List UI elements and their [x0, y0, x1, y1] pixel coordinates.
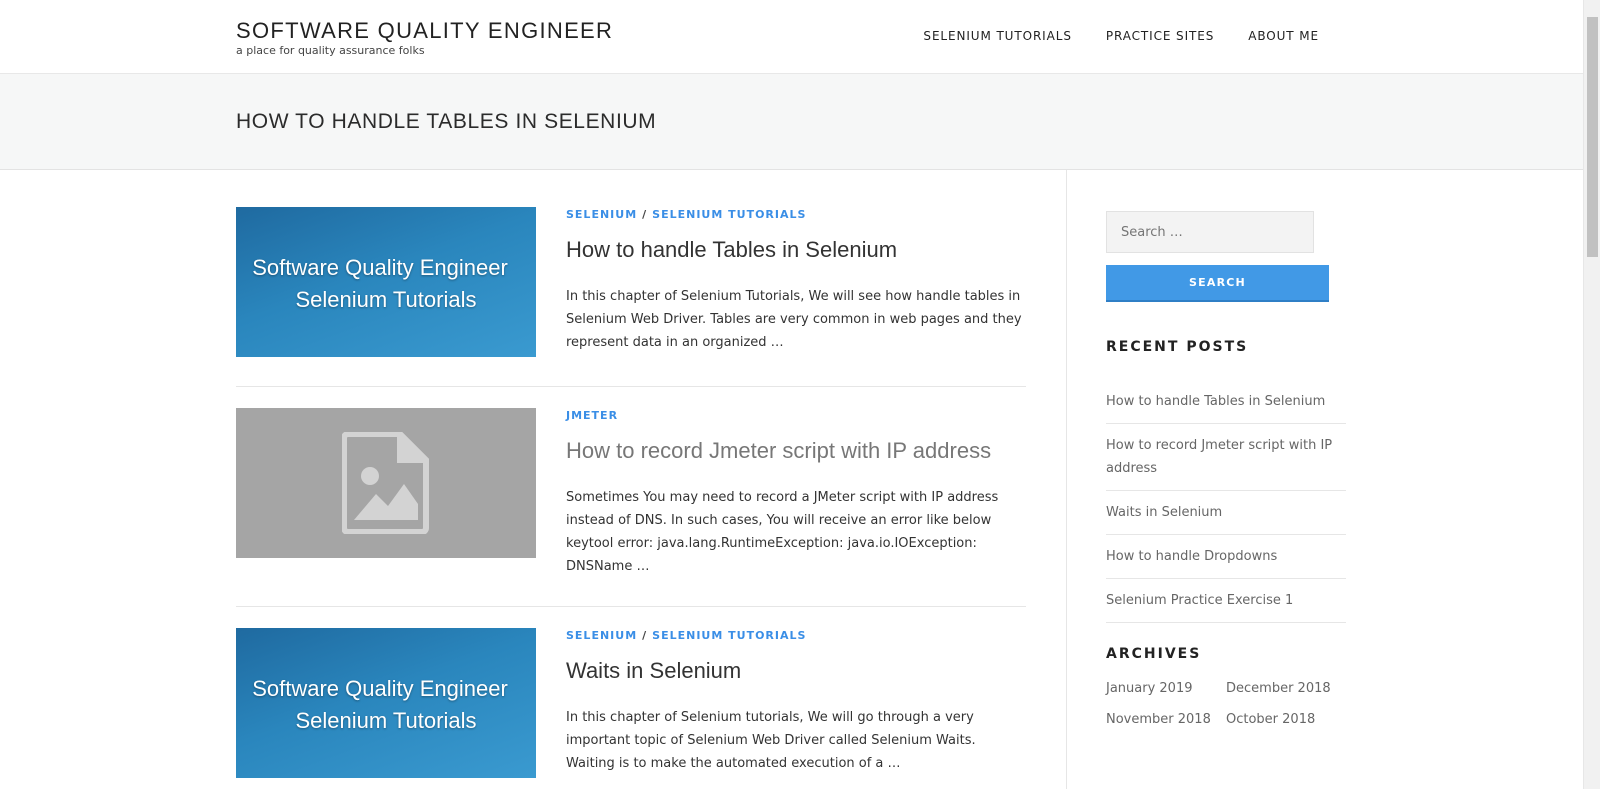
post-item: Software Quality Engineer Selenium Tutor…: [236, 207, 1026, 357]
category-link[interactable]: JMETER: [566, 409, 618, 422]
archive-link[interactable]: November 2018: [1106, 709, 1226, 731]
category-link[interactable]: SELENIUM TUTORIALS: [652, 208, 806, 221]
post-categories: SELENIUM / SELENIUM TUTORIALS: [566, 629, 806, 642]
site-tagline: a place for quality assurance folks: [236, 44, 425, 57]
post-divider: [236, 606, 1026, 607]
recent-posts-title: RECENT POSTS: [1106, 339, 1249, 355]
post-item: JMETER How to record Jmeter script with …: [236, 408, 1026, 588]
post-excerpt: Sometimes You may need to record a JMete…: [566, 490, 999, 574]
nav-item-practice-sites[interactable]: PRACTICE SITES: [1106, 29, 1214, 43]
category-link[interactable]: SELENIUM: [566, 208, 637, 221]
post-item: Software Quality Engineer Selenium Tutor…: [236, 628, 1026, 789]
post-title[interactable]: Waits in Selenium: [566, 658, 741, 684]
nav-item-about-me[interactable]: ABOUT ME: [1248, 29, 1319, 43]
recent-posts-list: How to handle Tables in Selenium How to …: [1106, 380, 1346, 623]
list-item: How to handle Dropdowns: [1106, 535, 1346, 579]
list-item: How to handle Tables in Selenium: [1106, 380, 1346, 424]
recent-post-link[interactable]: Waits in Selenium: [1106, 505, 1222, 520]
post-divider: [236, 386, 1026, 387]
page-scrollbar[interactable]: [1583, 0, 1600, 789]
thumbnail-line: Selenium Tutorials: [295, 287, 477, 312]
list-item: Selenium Practice Exercise 1: [1106, 579, 1346, 623]
post-excerpt: In this chapter of Selenium Tutorials, W…: [566, 289, 1022, 350]
post-list: Software Quality Engineer Selenium Tutor…: [236, 170, 1026, 789]
site-header: SOFTWARE QUALITY ENGINEER a place for qu…: [0, 0, 1583, 74]
category-separator: /: [642, 208, 648, 221]
category-separator: /: [642, 629, 648, 642]
sidebar: SEARCH RECENT POSTS How to handle Tables…: [1106, 170, 1346, 789]
recent-post-link[interactable]: How to handle Dropdowns: [1106, 549, 1277, 564]
search-input[interactable]: [1106, 211, 1314, 253]
category-link[interactable]: SELENIUM: [566, 629, 637, 642]
nav-item-selenium-tutorials[interactable]: SELENIUM TUTORIALS: [923, 29, 1071, 43]
post-thumbnail[interactable]: Software Quality Engineer Selenium Tutor…: [236, 628, 536, 778]
archives-list: January 2019 December 2018 November 2018…: [1106, 678, 1346, 731]
page-header: HOW TO HANDLE TABLES IN SELENIUM: [0, 74, 1583, 170]
post-categories: SELENIUM / SELENIUM TUTORIALS: [566, 208, 806, 221]
category-link[interactable]: SELENIUM TUTORIALS: [652, 629, 806, 642]
image-placeholder-icon: [342, 432, 429, 534]
archive-link[interactable]: October 2018: [1226, 709, 1346, 731]
archive-link[interactable]: January 2019: [1106, 678, 1226, 700]
list-item: Waits in Selenium: [1106, 491, 1346, 535]
post-title[interactable]: How to handle Tables in Selenium: [566, 237, 897, 263]
search-button[interactable]: SEARCH: [1106, 265, 1329, 302]
archives-title: ARCHIVES: [1106, 646, 1202, 662]
post-title[interactable]: How to record Jmeter script with IP addr…: [566, 438, 991, 464]
sidebar-divider: [1066, 170, 1067, 789]
recent-post-link[interactable]: How to handle Tables in Selenium: [1106, 394, 1325, 409]
main-nav: SELENIUM TUTORIALS PRACTICE SITES ABOUT …: [923, 29, 1319, 43]
thumbnail-line: Selenium Tutorials: [295, 708, 477, 733]
page-title: HOW TO HANDLE TABLES IN SELENIUM: [236, 110, 657, 133]
archive-link[interactable]: December 2018: [1226, 678, 1346, 700]
recent-post-link[interactable]: How to record Jmeter script with IP addr…: [1106, 438, 1332, 476]
post-categories: JMETER: [566, 409, 618, 422]
list-item: How to record Jmeter script with IP addr…: [1106, 424, 1346, 491]
post-thumbnail[interactable]: Software Quality Engineer Selenium Tutor…: [236, 207, 536, 357]
post-thumbnail[interactable]: [236, 408, 536, 558]
post-excerpt: In this chapter of Selenium tutorials, W…: [566, 710, 976, 771]
scrollbar-thumb[interactable]: [1587, 17, 1598, 257]
thumbnail-line: Software Quality Engineer: [252, 255, 508, 280]
recent-post-link[interactable]: Selenium Practice Exercise 1: [1106, 593, 1293, 608]
thumbnail-line: Software Quality Engineer: [252, 676, 508, 701]
site-title[interactable]: SOFTWARE QUALITY ENGINEER: [236, 18, 613, 44]
